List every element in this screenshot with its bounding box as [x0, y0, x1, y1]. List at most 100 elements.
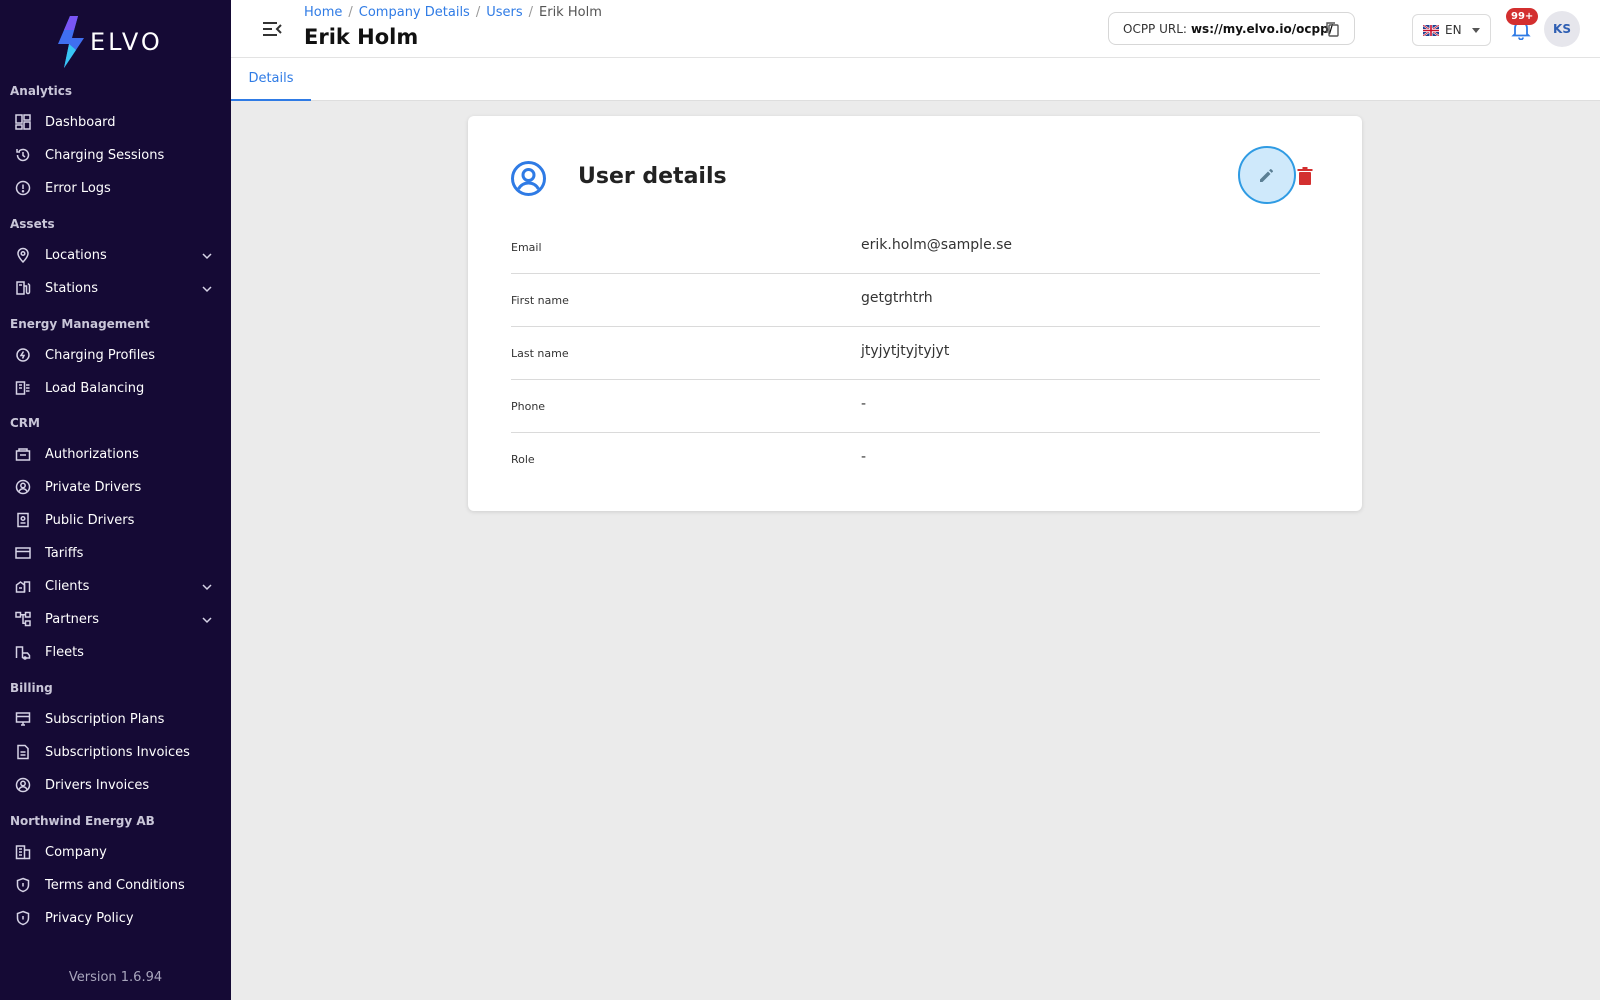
sidebar-item-label: Privacy Policy [45, 910, 134, 926]
delete-trash-icon[interactable] [1297, 167, 1313, 185]
sidebar-item-clients[interactable]: Clients [0, 571, 231, 601]
sidebar-item-stations[interactable]: Stations [0, 273, 231, 303]
sidebar-item-label: Partners [45, 611, 100, 627]
user-circle-icon [15, 479, 31, 495]
charging-station-icon [16, 281, 31, 295]
sidebar-item-label: Company [45, 844, 107, 860]
section-energy-management: Energy Management [10, 317, 150, 331]
sidebar-item-privacy-policy[interactable]: Privacy Policy [0, 903, 231, 933]
sidebar-item-locations[interactable]: Locations [0, 240, 231, 270]
field-row-phone: Phone - [511, 380, 1320, 433]
company-icon [15, 845, 31, 860]
language-selector[interactable]: EN [1412, 14, 1491, 46]
authorization-icon [15, 448, 31, 461]
page-title: Erik Holm [304, 25, 419, 49]
logo[interactable]: ELVO [56, 16, 163, 68]
ocpp-url-box: OCPP URL: ws://my.elvo.io/ocpp/ [1108, 12, 1355, 45]
field-label: Role [511, 453, 535, 466]
sidebar-item-label: Subscriptions Invoices [45, 744, 190, 760]
sidebar-item-error-logs[interactable]: Error Logs [0, 173, 231, 203]
sidebar-item-private-drivers[interactable]: Private Drivers [0, 472, 231, 502]
sidebar-item-subscription-plans[interactable]: Subscription Plans [0, 704, 231, 734]
section-billing: Billing [10, 681, 53, 695]
section-company: Northwind Energy AB [10, 814, 155, 828]
breadcrumb: Home / Company Details / Users / Erik Holm [304, 5, 602, 20]
sidebar-item-terms-and-conditions[interactable]: Terms and Conditions [0, 870, 231, 900]
language-code: EN [1445, 23, 1462, 37]
sidebar-item-label: Drivers Invoices [45, 777, 150, 793]
field-row-last-name: Last name jtyjytjtyjtyjyt [511, 327, 1320, 380]
caret-down-icon [1472, 28, 1480, 33]
credit-card-icon [15, 547, 31, 559]
section-crm: CRM [10, 416, 40, 430]
card-title: User details [578, 164, 727, 189]
chevron-down-icon [202, 253, 212, 260]
history-icon [16, 148, 30, 162]
user-circle-icon [15, 777, 31, 793]
load-balancing-icon [15, 381, 30, 395]
breadcrumb-company-details[interactable]: Company Details [359, 5, 470, 20]
field-label: Phone [511, 400, 546, 413]
breadcrumb-separator: / [348, 5, 353, 20]
badge-icon [17, 512, 29, 528]
field-row-first-name: First name getgtrhtrh [511, 274, 1320, 327]
partners-icon [15, 611, 31, 627]
sidebar-item-charging-profiles[interactable]: Charging Profiles [0, 340, 231, 370]
sidebar-item-subscriptions-invoices[interactable]: Subscriptions Invoices [0, 737, 231, 767]
field-value: - [861, 396, 867, 412]
sidebar-item-charging-sessions[interactable]: Charging Sessions [0, 140, 231, 170]
clients-icon [15, 581, 31, 593]
notification-count-badge: 99+ [1506, 8, 1539, 25]
copy-icon[interactable] [1324, 21, 1340, 37]
user-avatar[interactable]: KS [1544, 11, 1580, 47]
sidebar-item-dashboard[interactable]: Dashboard [0, 107, 231, 137]
fleet-icon [15, 646, 31, 660]
menu-collapse-icon[interactable] [261, 18, 283, 40]
dashboard-icon [15, 114, 31, 130]
shield-icon [16, 877, 30, 893]
ocpp-url: ws://my.elvo.io/ocpp/ [1190, 21, 1334, 36]
sidebar-item-label: Public Drivers [45, 512, 135, 528]
breadcrumb-users[interactable]: Users [486, 5, 522, 20]
field-value: - [861, 449, 867, 465]
sidebar-item-company[interactable]: Company [0, 837, 231, 867]
user-circle-icon [511, 161, 546, 196]
field-label: Last name [511, 347, 569, 360]
field-row-role: Role - [511, 433, 1320, 486]
location-pin-icon [17, 247, 29, 263]
breadcrumb-separator: / [475, 5, 481, 20]
lightning-logo-icon [58, 16, 84, 68]
breadcrumb-home[interactable]: Home [304, 5, 342, 20]
sidebar-item-label: Locations [45, 247, 107, 263]
charging-profile-icon [16, 348, 30, 362]
tab-details[interactable]: Details [231, 58, 311, 101]
sidebar-item-label: Fleets [45, 644, 84, 660]
app-version: Version 1.6.94 [68, 970, 163, 985]
field-label: First name [511, 294, 569, 307]
field-label: Email [511, 241, 542, 254]
sidebar-item-public-drivers[interactable]: Public Drivers [0, 505, 231, 535]
sidebar-item-drivers-invoices[interactable]: Drivers Invoices [0, 770, 231, 800]
field-row-email: Email erik.holm@sample.se [511, 221, 1320, 274]
breadcrumb-separator: / [528, 5, 534, 20]
ocpp-label: OCPP URL: [1123, 21, 1187, 36]
user-details-card: User details Email erik.holm@sample.se F… [468, 116, 1362, 511]
edit-button[interactable] [1238, 146, 1296, 204]
sidebar-item-label: Clients [45, 578, 90, 594]
pencil-icon [1260, 168, 1274, 182]
sidebar-item-load-balancing[interactable]: Load Balancing [0, 373, 231, 403]
section-assets: Assets [10, 217, 55, 231]
brand-name: ELVO [90, 28, 163, 56]
sidebar-item-fleets[interactable]: Fleets [0, 637, 231, 667]
sidebar-item-label: Charging Sessions [45, 147, 165, 163]
sidebar-item-label: Charging Profiles [45, 347, 156, 363]
section-analytics: Analytics [10, 84, 72, 98]
field-value: erik.holm@sample.se [861, 237, 1013, 253]
sidebar-item-label: Tariffs [45, 545, 84, 561]
breadcrumb-current: Erik Holm [539, 5, 602, 20]
sidebar-item-label: Dashboard [45, 114, 116, 130]
sidebar-item-partners[interactable]: Partners [0, 604, 231, 634]
sidebar-item-authorizations[interactable]: Authorizations [0, 439, 231, 469]
sidebar-item-tariffs[interactable]: Tariffs [0, 538, 231, 568]
chevron-down-icon [202, 286, 212, 293]
